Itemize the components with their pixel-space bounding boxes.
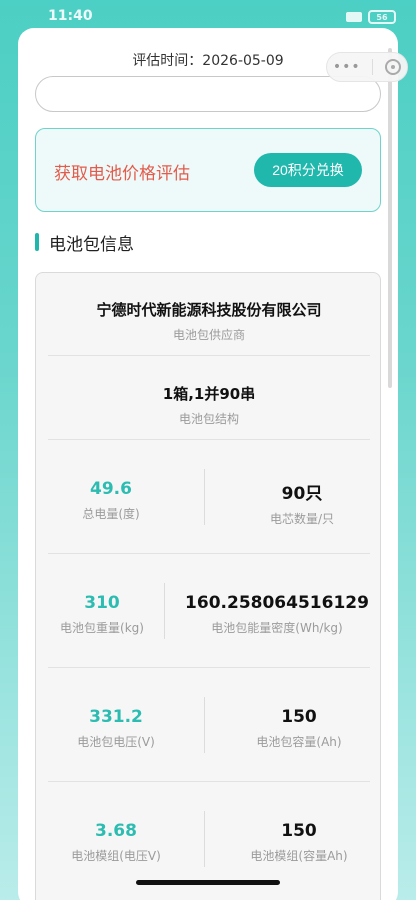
- capacity-value: 150: [281, 707, 317, 727]
- status-icons: 56: [346, 10, 396, 24]
- module-capacity-label: 电池模组(容量Ah): [250, 849, 348, 863]
- module-capacity-value: 150: [281, 821, 317, 841]
- close-miniprogram-icon[interactable]: [385, 59, 402, 75]
- main-card: 评估时间：2026-05-09 获取电池价格评估 20积分兑换 电池包信息 宁德…: [18, 28, 398, 900]
- column-divider: [204, 697, 205, 753]
- structure-row: 1箱,1并90串 电池包结构: [36, 383, 382, 427]
- capsule-divider: [372, 59, 374, 75]
- structure-label: 电池包结构: [178, 412, 239, 426]
- module-capacity-cell: 150 电池模组(容量Ah): [216, 821, 382, 864]
- section-title-text: 电池包信息: [49, 234, 134, 255]
- total-power-value: 49.6: [90, 479, 132, 499]
- voltage-label: 电池包电压(V): [77, 735, 155, 749]
- column-divider: [204, 811, 205, 867]
- price-evaluation-box: 获取电池价格评估 20积分兑换: [35, 128, 381, 212]
- redeem-points-button[interactable]: 20积分兑换: [254, 153, 362, 187]
- module-voltage-label: 电池模组(电压V): [71, 849, 161, 863]
- status-time: 11:40: [48, 8, 93, 24]
- supplier-row: 宁德时代新能源科技股份有限公司 电池包供应商: [36, 299, 382, 343]
- capacity-label: 电池包容量(Ah): [256, 735, 342, 749]
- voltage-cell: 331.2 电池包电压(V): [36, 707, 196, 750]
- voltage-capacity-row: 331.2 电池包电压(V) 150 电池包容量(Ah): [36, 697, 382, 767]
- miniprogram-capsule: •••: [326, 52, 408, 82]
- module-voltage-value: 3.68: [95, 821, 137, 841]
- capacity-cell: 150 电池包容量(Ah): [216, 707, 382, 750]
- supplier-label: 电池包供应商: [172, 328, 245, 342]
- weight-density-row: 310 电池包重量(kg) 160.258064516129 电池包能量密度(W…: [36, 583, 382, 653]
- divider: [48, 781, 370, 782]
- battery-info-panel: 宁德时代新能源科技股份有限公司 电池包供应商 1箱,1并90串 电池包结构 49…: [35, 272, 381, 900]
- section-marker: [35, 233, 39, 251]
- total-power-label: 总电量(度): [82, 507, 140, 521]
- cell-count-cell: 90只 电芯数量/只: [222, 479, 382, 527]
- wifi-icon: [346, 12, 362, 22]
- battery-icon: 56: [368, 10, 396, 24]
- energy-density-label: 电池包能量密度(Wh/kg): [211, 621, 343, 635]
- energy-density-value: 160.258064516129: [185, 593, 369, 613]
- search-input[interactable]: [35, 76, 381, 112]
- divider: [48, 553, 370, 554]
- supplier-value: 宁德时代新能源科技股份有限公司: [96, 301, 322, 319]
- column-divider: [164, 583, 165, 639]
- home-indicator: [136, 880, 280, 885]
- power-cells-row: 49.6 总电量(度) 90只 电芯数量/只: [36, 469, 382, 539]
- cell-count-label: 电芯数量/只: [269, 512, 335, 526]
- price-evaluation-title: 获取电池价格评估: [54, 164, 190, 184]
- more-dots-icon[interactable]: •••: [333, 59, 361, 75]
- column-divider: [204, 469, 205, 525]
- module-voltage-cell: 3.68 电池模组(电压V): [36, 821, 196, 864]
- weight-value: 310: [84, 593, 120, 613]
- structure-value: 1箱,1并90串: [162, 385, 256, 403]
- weight-label: 电池包重量(kg): [60, 621, 144, 635]
- divider: [48, 439, 370, 440]
- section-title: 电池包信息: [35, 230, 134, 255]
- cell-count-value: 90只: [281, 484, 323, 504]
- weight-cell: 310 电池包重量(kg): [36, 593, 168, 636]
- energy-density-cell: 160.258064516129 电池包能量密度(Wh/kg): [172, 593, 382, 636]
- divider: [48, 667, 370, 668]
- voltage-value: 331.2: [89, 707, 143, 727]
- divider: [48, 355, 370, 356]
- module-row: 3.68 电池模组(电压V) 150 电池模组(容量Ah): [36, 811, 382, 881]
- scrollbar[interactable]: [388, 48, 392, 388]
- total-power-cell: 49.6 总电量(度): [36, 479, 186, 522]
